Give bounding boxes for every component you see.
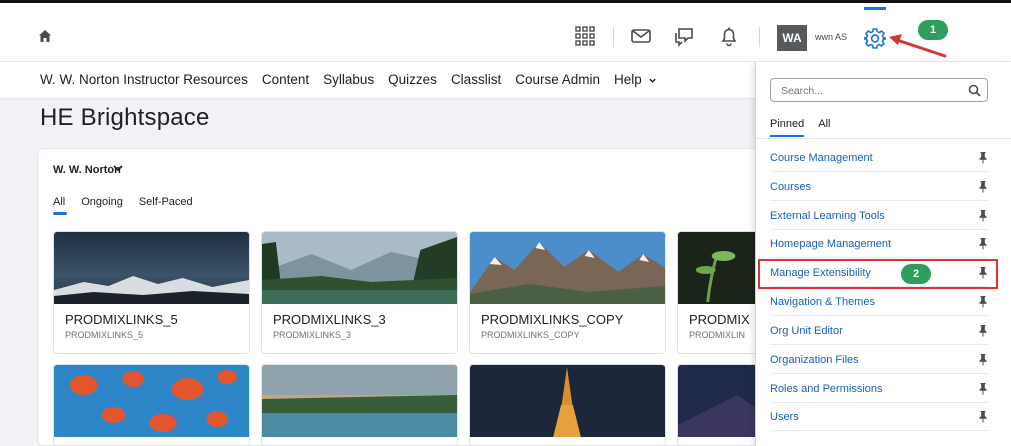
course-card[interactable]: PRODMIXLINKS_COPY PRODMIXLINKS_COPY bbox=[469, 231, 666, 354]
nav-item-quizzes[interactable]: Quizzes bbox=[388, 72, 437, 87]
tool-item-external-learning-tools[interactable]: External Learning Tools bbox=[770, 202, 988, 230]
chevron-down-icon bbox=[648, 78, 656, 83]
chevron-down-icon[interactable] bbox=[112, 162, 124, 174]
tool-item-courses[interactable]: Courses bbox=[770, 173, 988, 201]
course-code: PRODMIXLIN bbox=[689, 330, 746, 340]
pin-icon[interactable] bbox=[978, 180, 988, 193]
nav-item-help-label: Help bbox=[614, 72, 642, 87]
course-title: PRODMIXLINKS_3 bbox=[273, 312, 386, 327]
pin-icon[interactable] bbox=[978, 209, 988, 222]
course-title: PRODMIXLINKS_5 bbox=[65, 312, 178, 327]
tool-item-course-management[interactable]: Course Management bbox=[770, 144, 988, 172]
annotation-highlight-box bbox=[758, 259, 998, 289]
pin-icon[interactable] bbox=[978, 353, 988, 366]
course-title: PRODMIXLINKS_COPY bbox=[481, 312, 624, 327]
bell-icon[interactable] bbox=[718, 25, 740, 47]
pin-icon[interactable] bbox=[978, 151, 988, 164]
tool-item-label: Users bbox=[770, 411, 799, 423]
admin-search-input[interactable]: Search... bbox=[770, 78, 988, 102]
course-card[interactable] bbox=[469, 364, 666, 446]
user-name[interactable]: wwn AS bbox=[815, 32, 847, 42]
tab-pinned[interactable]: Pinned bbox=[770, 118, 804, 130]
tool-item-users[interactable]: Users bbox=[770, 403, 988, 431]
nav-item-course-admin[interactable]: Course Admin bbox=[515, 72, 600, 87]
tool-item-navigation-themes[interactable]: Navigation & Themes bbox=[770, 288, 988, 316]
course-code: PRODMIXLINKS_5 bbox=[65, 330, 144, 340]
course-code: PRODMIXLINKS_3 bbox=[273, 330, 352, 340]
pin-icon[interactable] bbox=[978, 410, 988, 423]
tool-item-label: Org Unit Editor bbox=[770, 325, 843, 337]
course-title: PRODMIX bbox=[689, 312, 750, 327]
course-card[interactable]: PRODMIXLINKS_3 PRODMIXLINKS_3 bbox=[261, 231, 458, 354]
search-icon[interactable] bbox=[968, 84, 981, 97]
mail-icon[interactable] bbox=[630, 25, 652, 47]
tool-item-label: Course Management bbox=[770, 152, 873, 164]
tool-item-organization-files[interactable]: Organization Files bbox=[770, 346, 988, 374]
dropdown-tabs: Pinned All bbox=[770, 118, 845, 130]
course-tabs: All Ongoing Self-Paced bbox=[53, 196, 209, 208]
chat-icon[interactable] bbox=[673, 25, 695, 47]
course-code: PRODMIXLINKS_COPY bbox=[481, 330, 580, 340]
tool-item-homepage-management[interactable]: Homepage Management bbox=[770, 230, 988, 258]
tab-active-indicator bbox=[53, 212, 67, 215]
course-image bbox=[54, 232, 249, 304]
page-title: HE Brightspace bbox=[40, 104, 210, 131]
divider bbox=[756, 138, 1011, 139]
nav-item-classlist[interactable]: Classlist bbox=[451, 72, 501, 87]
step-2-badge: 2 bbox=[901, 264, 931, 284]
toolbar-divider bbox=[613, 27, 614, 47]
tool-item-label: External Learning Tools bbox=[770, 210, 885, 222]
home-icon[interactable] bbox=[38, 29, 52, 43]
tab-ongoing[interactable]: Ongoing bbox=[81, 196, 123, 208]
nav-item-syllabus[interactable]: Syllabus bbox=[323, 72, 374, 87]
tab-all[interactable]: All bbox=[53, 196, 65, 208]
course-image bbox=[470, 232, 665, 304]
tab-all-tools[interactable]: All bbox=[818, 118, 830, 130]
tool-item-label: Courses bbox=[770, 181, 811, 193]
tool-item-label: Roles and Permissions bbox=[770, 383, 883, 395]
pin-icon[interactable] bbox=[978, 295, 988, 308]
pin-icon[interactable] bbox=[978, 382, 988, 395]
tab-self-paced[interactable]: Self-Paced bbox=[139, 196, 193, 208]
nav-item-help[interactable]: Help bbox=[614, 72, 657, 87]
toolbar-divider bbox=[759, 27, 760, 47]
avatar[interactable]: WA bbox=[777, 25, 807, 51]
apps-grid-icon[interactable] bbox=[574, 25, 596, 47]
tab-active-indicator bbox=[770, 135, 804, 137]
tool-item-roles-and-permissions[interactable]: Roles and Permissions bbox=[770, 375, 988, 403]
gear-icon[interactable] bbox=[864, 27, 886, 49]
tool-item-label: Homepage Management bbox=[770, 238, 892, 250]
gear-active-indicator bbox=[864, 7, 886, 10]
nav-item-content[interactable]: Content bbox=[262, 72, 309, 87]
search-placeholder: Search... bbox=[781, 85, 824, 97]
org-selector[interactable]: W. W. Norton bbox=[53, 164, 121, 176]
annotation-arrow bbox=[889, 34, 947, 58]
tool-item-label: Navigation & Themes bbox=[770, 296, 875, 308]
course-card[interactable] bbox=[53, 364, 250, 446]
course-image bbox=[470, 365, 665, 437]
course-image bbox=[54, 365, 249, 437]
course-image bbox=[262, 232, 457, 304]
pin-icon[interactable] bbox=[978, 237, 988, 250]
top-bar: WA wwn AS bbox=[0, 3, 1011, 61]
course-card[interactable]: PRODMIXLINKS_5 PRODMIXLINKS_5 bbox=[53, 231, 250, 354]
admin-tools-dropdown: Search... Pinned All Course Management C… bbox=[755, 62, 1011, 446]
pin-icon[interactable] bbox=[978, 324, 988, 337]
course-card[interactable] bbox=[261, 364, 458, 446]
nav-item-instructor-resources[interactable]: W. W. Norton Instructor Resources bbox=[40, 72, 248, 87]
course-image bbox=[262, 365, 457, 437]
tool-item-label: Organization Files bbox=[770, 354, 859, 366]
tool-item-org-unit-editor[interactable]: Org Unit Editor bbox=[770, 317, 988, 345]
